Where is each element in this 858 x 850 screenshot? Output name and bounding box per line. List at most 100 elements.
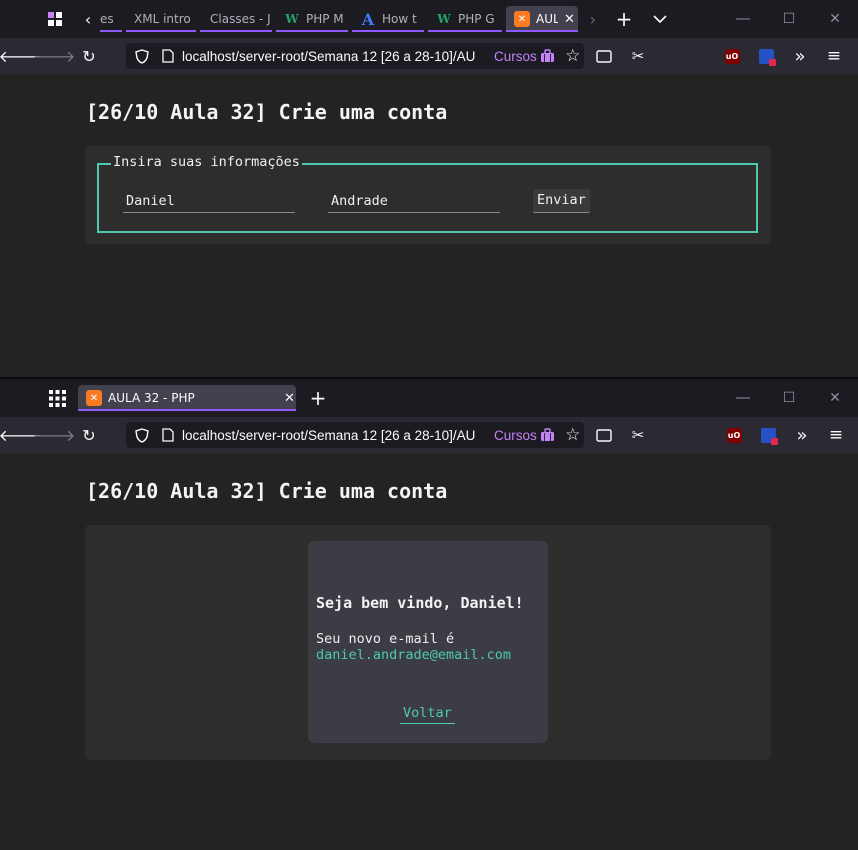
bookmark-star-icon[interactable]: ☆ bbox=[563, 46, 583, 66]
last-name-input[interactable]: Andrade bbox=[328, 191, 500, 213]
tab-title: es bbox=[100, 12, 114, 26]
bookmark-star-icon[interactable]: ☆ bbox=[563, 425, 583, 445]
back-arrow-icon[interactable]: 🡐 bbox=[0, 42, 41, 70]
overflow-chevron-icon[interactable]: » bbox=[788, 421, 816, 449]
close-tab-icon[interactable]: ✕ bbox=[564, 12, 575, 27]
tab-underline bbox=[100, 30, 122, 32]
app-grid-icon[interactable] bbox=[48, 389, 66, 407]
tab-title: How t bbox=[382, 12, 417, 26]
tab-scroll-right-icon[interactable]: › bbox=[586, 10, 600, 29]
tab-underline bbox=[126, 30, 196, 32]
tab-title: PHP G bbox=[458, 12, 495, 26]
xampp-icon: ✕ bbox=[514, 11, 530, 27]
url-bar[interactable]: localhost/server-root/Semana 12 [26 a 28… bbox=[126, 422, 584, 448]
tab-underline bbox=[200, 30, 272, 32]
forward-arrow-icon[interactable]: 🡒 bbox=[33, 42, 76, 70]
welcome-panel: Seja bem vindo, Daniel! Seu novo e-mail … bbox=[308, 541, 548, 743]
hamburger-menu-icon[interactable]: ≡ bbox=[822, 421, 850, 449]
reader-view-icon[interactable] bbox=[590, 421, 618, 449]
firefox-view-icon[interactable] bbox=[46, 11, 64, 27]
close-window-icon[interactable]: ✕ bbox=[812, 0, 858, 38]
overflow-chevron-icon[interactable]: » bbox=[786, 42, 814, 70]
form-card: Insira suas informações Daniel Andrade E… bbox=[85, 146, 771, 244]
tab-item[interactable]: W PHP G bbox=[428, 6, 502, 32]
welcome-heading: Seja bem vindo, Daniel! bbox=[316, 594, 524, 612]
site-a-icon: A bbox=[361, 9, 375, 29]
tab-title: PHP M bbox=[306, 12, 344, 26]
submit-button[interactable]: Enviar bbox=[533, 189, 590, 213]
shield-icon[interactable] bbox=[132, 427, 152, 443]
page-info-icon[interactable] bbox=[158, 428, 178, 442]
w3schools-icon: W bbox=[285, 12, 299, 26]
page-content: [26/10 Aula 32] Crie uma conta Seja bem … bbox=[0, 453, 858, 850]
extension-icon[interactable] bbox=[754, 421, 782, 449]
tab-underline bbox=[506, 30, 578, 32]
page-title: [26/10 Aula 32] Crie uma conta bbox=[86, 479, 448, 503]
page-title: [26/10 Aula 32] Crie uma conta bbox=[86, 100, 448, 124]
first-name-input[interactable]: Daniel bbox=[123, 191, 295, 213]
ublock-icon[interactable]: uO bbox=[720, 421, 748, 449]
maximize-icon[interactable]: ☐ bbox=[766, 0, 812, 38]
page-info-icon[interactable] bbox=[158, 49, 178, 63]
tab-title: AULA 32 - PHP bbox=[108, 391, 195, 405]
url-text[interactable]: localhost/server-root/Semana 12 [26 a 28… bbox=[182, 428, 490, 443]
forward-arrow-icon[interactable]: 🡒 bbox=[33, 421, 76, 449]
shield-icon[interactable] bbox=[132, 48, 152, 64]
back-arrow-icon[interactable]: 🡐 bbox=[0, 421, 41, 449]
tab-item[interactable]: W PHP M bbox=[276, 6, 348, 32]
cursos-container[interactable]: Cursos bbox=[494, 428, 555, 443]
minimize-icon[interactable]: ― bbox=[720, 379, 766, 417]
reader-view-icon[interactable] bbox=[590, 42, 618, 70]
extension-icon[interactable] bbox=[752, 42, 780, 70]
tab-title: Classes - J bbox=[210, 12, 271, 26]
w3schools-icon: W bbox=[437, 12, 451, 26]
ublock-icon[interactable]: uO bbox=[718, 42, 746, 70]
tab-scroll-left-icon[interactable]: ‹ bbox=[80, 10, 96, 29]
tab-item[interactable]: es bbox=[100, 6, 122, 32]
nav-toolbar: 🡐 🡒 ↻ localhost/server-root/Semana 12 [2… bbox=[0, 417, 858, 453]
url-bar[interactable]: localhost/server-root/Semana 12 [26 a 28… bbox=[126, 43, 584, 69]
email-label: Seu novo e-mail é bbox=[316, 631, 455, 647]
nav-toolbar: 🡐 🡒 ↻ localhost/server-root/Semana 12 [2… bbox=[0, 38, 858, 74]
xampp-icon: ✕ bbox=[86, 390, 102, 406]
form-fieldset: Insira suas informações Daniel Andrade E… bbox=[97, 154, 758, 233]
maximize-icon[interactable]: ☐ bbox=[766, 379, 812, 417]
list-tabs-icon[interactable] bbox=[650, 10, 670, 28]
tab-strip: ‹ es XML intro Classes - J W PHP M A How… bbox=[0, 0, 858, 38]
cursos-label: Cursos bbox=[494, 427, 537, 443]
screenshot-scissors-icon[interactable]: ✂ bbox=[624, 42, 652, 70]
close-window-icon[interactable]: ✕ bbox=[812, 379, 858, 417]
briefcase-icon bbox=[540, 49, 554, 62]
email-value: daniel.andrade@email.com bbox=[316, 647, 512, 663]
tab-title: AUL bbox=[536, 12, 558, 26]
tab-underline bbox=[428, 30, 502, 32]
cursos-container[interactable]: Cursos bbox=[494, 49, 555, 64]
screenshot-scissors-icon[interactable]: ✂ bbox=[624, 421, 652, 449]
tab-item-active[interactable]: ✕ AULA 32 - PHP ✕ bbox=[78, 385, 296, 411]
browser-window-2: ✕ AULA 32 - PHP ✕ + ― ☐ ✕ 🡐 🡒 ↻ localhos… bbox=[0, 379, 858, 850]
fieldset-legend: Insira suas informações bbox=[111, 154, 302, 170]
browser-window-1: ‹ es XML intro Classes - J W PHP M A How… bbox=[0, 0, 858, 378]
tab-underline bbox=[352, 30, 424, 32]
reload-icon[interactable]: ↻ bbox=[75, 42, 103, 70]
cursos-label: Cursos bbox=[494, 48, 537, 64]
result-card: Seja bem vindo, Daniel! Seu novo e-mail … bbox=[85, 525, 771, 760]
minimize-icon[interactable]: ― bbox=[720, 0, 766, 38]
close-tab-icon[interactable]: ✕ bbox=[284, 391, 295, 406]
page-content: [26/10 Aula 32] Crie uma conta Insira su… bbox=[0, 74, 858, 378]
tab-item[interactable]: XML intro bbox=[126, 6, 196, 32]
tab-title: XML intro bbox=[134, 12, 191, 26]
new-tab-icon[interactable]: + bbox=[308, 386, 328, 410]
url-text[interactable]: localhost/server-root/Semana 12 [26 a 28… bbox=[182, 49, 490, 64]
tab-underline bbox=[78, 409, 296, 411]
reload-icon[interactable]: ↻ bbox=[75, 421, 103, 449]
back-button[interactable]: Voltar bbox=[400, 705, 455, 724]
hamburger-menu-icon[interactable]: ≡ bbox=[820, 42, 848, 70]
tab-item-active[interactable]: ✕ AUL ✕ bbox=[506, 6, 578, 32]
new-tab-icon[interactable]: + bbox=[614, 7, 634, 31]
tab-item[interactable]: Classes - J bbox=[200, 6, 272, 32]
tab-strip: ✕ AULA 32 - PHP ✕ + ― ☐ ✕ bbox=[0, 379, 858, 417]
tab-item[interactable]: A How t bbox=[352, 6, 424, 32]
briefcase-icon bbox=[540, 428, 554, 441]
tab-underline bbox=[276, 30, 348, 32]
